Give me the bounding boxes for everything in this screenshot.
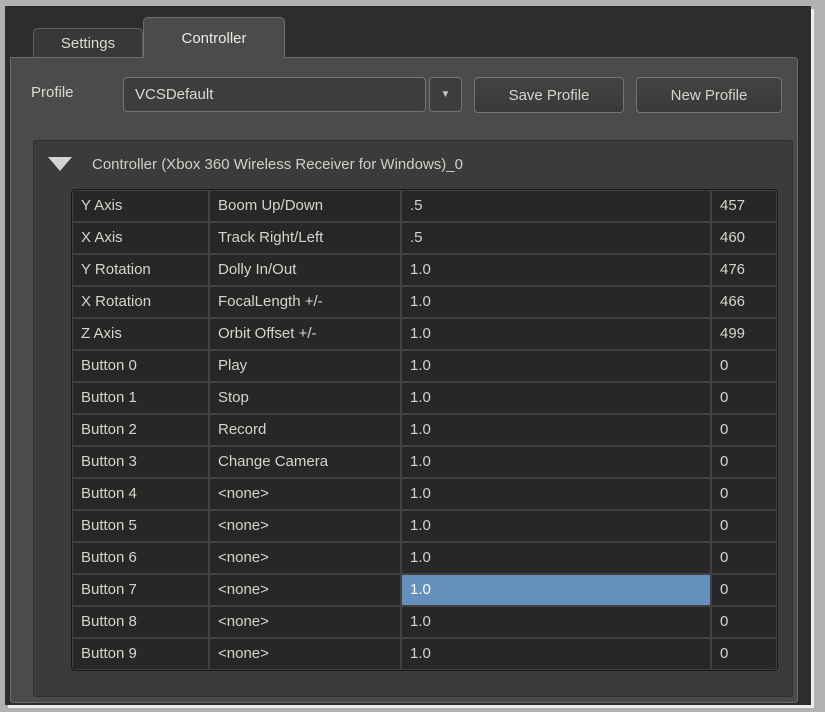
cell-action[interactable]: Stop [210, 383, 400, 413]
cell-input[interactable]: Button 2 [73, 415, 208, 445]
controller-device-header[interactable]: Controller (Xbox 360 Wireless Receiver f… [34, 141, 792, 187]
cell-value[interactable]: 0 [712, 351, 776, 381]
cell-action[interactable]: Dolly In/Out [210, 255, 400, 285]
cell-value[interactable]: 0 [712, 607, 776, 637]
save-profile-button[interactable]: Save Profile [474, 77, 624, 113]
cell-value[interactable]: 0 [712, 639, 776, 669]
cell-action[interactable]: FocalLength +/- [210, 287, 400, 317]
cell-scale[interactable]: .5 [402, 191, 710, 221]
cell-scale[interactable]: 1.0 [402, 287, 710, 317]
cell-input[interactable]: X Axis [73, 223, 208, 253]
cell-input[interactable]: Button 0 [73, 351, 208, 381]
cell-scale[interactable]: 1.0 [402, 607, 710, 637]
cell-value[interactable]: 460 [712, 223, 776, 253]
cell-scale[interactable]: 1.0 [402, 319, 710, 349]
expander-triangle-icon[interactable] [48, 157, 72, 171]
cell-input[interactable]: Button 6 [73, 543, 208, 573]
cell-value[interactable]: 0 [712, 479, 776, 509]
cell-scale[interactable]: .5 [402, 223, 710, 253]
cell-scale[interactable]: 1.0 [402, 575, 710, 605]
cell-input[interactable]: Button 3 [73, 447, 208, 477]
cell-value[interactable]: 0 [712, 511, 776, 541]
cell-action[interactable]: <none> [210, 479, 400, 509]
controller-mapping-table: Y Axis Boom Up/Down .5 457 X Axis Track … [71, 189, 778, 671]
cell-scale[interactable]: 1.0 [402, 479, 710, 509]
cell-action[interactable]: Change Camera [210, 447, 400, 477]
cell-input[interactable]: Button 9 [73, 639, 208, 669]
tab-controller[interactable]: Controller [143, 17, 285, 58]
cell-action[interactable]: <none> [210, 607, 400, 637]
cell-input[interactable]: Y Axis [73, 191, 208, 221]
cell-value[interactable]: 0 [712, 447, 776, 477]
cell-action[interactable]: <none> [210, 639, 400, 669]
tab-settings-label: Settings [61, 35, 115, 52]
cell-scale[interactable]: 1.0 [402, 639, 710, 669]
cell-scale[interactable]: 1.0 [402, 447, 710, 477]
cell-action[interactable]: <none> [210, 511, 400, 541]
profile-label: Profile [31, 84, 74, 101]
controller-device-section: Controller (Xbox 360 Wireless Receiver f… [33, 140, 793, 697]
cell-value[interactable]: 499 [712, 319, 776, 349]
tab-controller-label: Controller [181, 30, 246, 47]
controller-tab-page: Profile VCSDefault ▼ Save Profile New Pr… [10, 57, 798, 703]
cell-scale[interactable]: 1.0 [402, 351, 710, 381]
tab-settings[interactable]: Settings [33, 28, 143, 58]
cell-scale[interactable]: 1.0 [402, 511, 710, 541]
cell-value[interactable]: 0 [712, 415, 776, 445]
cell-value[interactable]: 476 [712, 255, 776, 285]
cell-value[interactable]: 457 [712, 191, 776, 221]
cell-value[interactable]: 0 [712, 543, 776, 573]
cell-action[interactable]: Record [210, 415, 400, 445]
cell-scale[interactable]: 1.0 [402, 383, 710, 413]
cell-action[interactable]: Play [210, 351, 400, 381]
cell-scale[interactable]: 1.0 [402, 255, 710, 285]
cell-value[interactable]: 0 [712, 575, 776, 605]
chevron-down-icon[interactable]: ▼ [429, 77, 462, 112]
cell-action[interactable]: Boom Up/Down [210, 191, 400, 221]
profile-dropdown[interactable]: VCSDefault ▼ [123, 77, 462, 112]
controller-device-title: Controller (Xbox 360 Wireless Receiver f… [92, 156, 463, 173]
cell-action[interactable]: <none> [210, 543, 400, 573]
cell-action[interactable]: Orbit Offset +/- [210, 319, 400, 349]
cell-input[interactable]: X Rotation [73, 287, 208, 317]
profile-dropdown-value[interactable]: VCSDefault [123, 77, 426, 112]
cell-scale[interactable]: 1.0 [402, 415, 710, 445]
cell-input[interactable]: Button 4 [73, 479, 208, 509]
cell-input[interactable]: Y Rotation [73, 255, 208, 285]
cell-action[interactable]: Track Right/Left [210, 223, 400, 253]
cell-value[interactable]: 466 [712, 287, 776, 317]
cell-action[interactable]: <none> [210, 575, 400, 605]
cell-input[interactable]: Button 5 [73, 511, 208, 541]
controller-settings-window: Settings Controller Profile VCSDefault ▼… [5, 6, 811, 705]
cell-input[interactable]: Z Axis [73, 319, 208, 349]
new-profile-button[interactable]: New Profile [636, 77, 782, 113]
cell-scale[interactable]: 1.0 [402, 543, 710, 573]
cell-value[interactable]: 0 [712, 383, 776, 413]
cell-input[interactable]: Button 8 [73, 607, 208, 637]
cell-input[interactable]: Button 7 [73, 575, 208, 605]
cell-input[interactable]: Button 1 [73, 383, 208, 413]
